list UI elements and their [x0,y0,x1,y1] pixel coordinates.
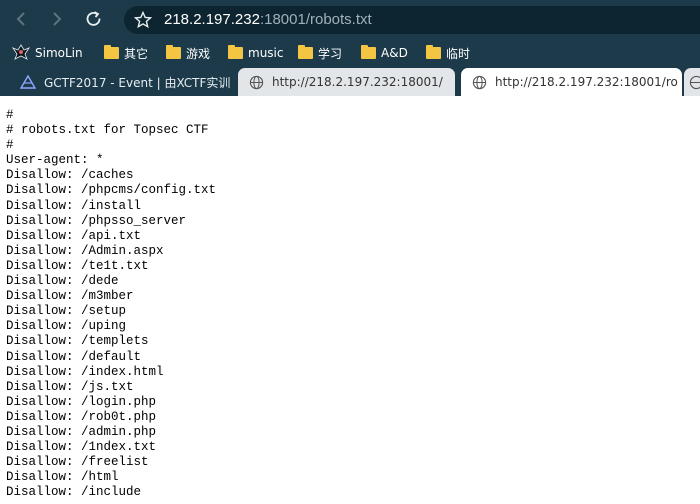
browser-chrome: 218.2.197.232:18001/robots.txt SimoLin 其… [0,0,700,96]
bookmark-folder-temp[interactable]: 临时 [426,44,470,62]
text-line: Disallow: /phpcms/config.txt [6,183,217,198]
text-line: Disallow: /dede [6,274,119,289]
reload-icon [86,11,101,26]
globe-icon [688,74,700,90]
bookmark-label: 游戏 [186,46,211,61]
folder-icon [298,45,313,59]
text-line: Disallow: /html [6,470,119,485]
xctf-logo-icon [20,74,36,90]
text-line: Disallow: /js.txt [6,379,134,394]
text-line: Disallow: /rob0t.php [6,409,157,424]
text-line: Disallow: /api.txt [6,228,142,243]
bookmark-label: 学习 [318,46,343,61]
reload-button[interactable] [81,6,107,32]
text-line: Disallow: /admin.php [6,424,157,439]
bookmarks-bar: SimoLin 其它 游戏 music 学习 A&D 临时 [0,40,700,66]
text-line: Disallow: /Admin.aspx [6,243,164,258]
folder-icon [104,45,119,59]
text-line: Disallow: /1ndex.txt [6,440,157,455]
simolin-avatar-icon [11,43,31,63]
folder-icon [426,45,441,59]
back-button[interactable] [8,6,34,32]
text-line: Disallow: /phpsso_server [6,213,187,228]
tab-strip: GCTF2017 - Event | 由XCTF实训 http://218.2.… [0,68,700,96]
globe-icon [471,74,487,90]
text-line: Disallow: /te1t.txt [6,258,149,273]
browser-toolbar: 218.2.197.232:18001/robots.txt [0,0,700,38]
arrow-left-icon [16,12,25,26]
text-line: # [6,108,14,122]
tab-robots-txt[interactable]: http://218.2.197.232:18001/ro [461,68,682,96]
text-line: Disallow: /uping [6,319,127,334]
folder-icon [166,45,181,59]
text-line: Disallow: /freelist [6,455,149,470]
bookmark-simolin[interactable]: SimoLin [11,43,83,63]
address-bar[interactable]: 218.2.197.232:18001/robots.txt [124,6,700,34]
text-line: # robots.txt for Topsec CTF [6,123,209,138]
url-path: :18001/robots.txt [259,11,372,28]
globe-icon [248,74,264,90]
text-line: User-agent: * [6,153,104,168]
url-host: 218.2.197.232 [164,11,260,28]
arrow-right-icon [53,12,62,26]
bookmark-label: 临时 [446,46,471,61]
tab-gctf2017[interactable]: GCTF2017 - Event | 由XCTF实训 [10,68,238,96]
tab-title: http://218.2.197.232:18001/ro [495,75,678,89]
bookmark-folder-other[interactable]: 其它 [104,44,148,62]
text-line: Disallow: /caches [6,168,134,183]
tab-ip-root[interactable]: http://218.2.197.232:18001/ [238,68,455,96]
bookmark-label: A&D [381,46,408,60]
text-line: Disallow: /default [6,349,142,364]
text-line: Disallow: /index.html [6,364,164,379]
bookmark-star-icon[interactable] [134,11,152,29]
bookmark-label: music [248,46,284,60]
text-line: # [6,138,14,153]
bookmark-label: 其它 [124,46,149,61]
text-line: Disallow: /install [6,198,142,213]
tab-partial[interactable] [684,68,700,96]
text-line: Disallow: /m3mber [6,289,134,304]
bookmark-label: SimoLin [35,46,83,60]
bookmark-folder-a-and-d[interactable]: A&D [361,44,408,62]
folder-icon [361,45,376,59]
text-line: Disallow: /include [6,485,142,500]
forward-button[interactable] [44,6,70,32]
bookmark-folder-games[interactable]: 游戏 [166,44,210,62]
robots-txt-content: # # robots.txt for Topsec CTF # User-agent:… [6,108,696,504]
folder-icon [228,45,243,59]
tab-title: http://218.2.197.232:18001/ [272,75,443,89]
text-line: Disallow: /setup [6,304,127,319]
text-line: Disallow: /login.php [6,394,157,409]
url-text[interactable]: 218.2.197.232:18001/robots.txt [164,11,372,29]
bookmark-folder-music[interactable]: music [228,44,283,62]
tab-title: GCTF2017 - Event | 由XCTF实训 [44,75,231,90]
bookmark-folder-study[interactable]: 学习 [298,44,342,62]
text-line: Disallow: /templets [6,334,149,349]
